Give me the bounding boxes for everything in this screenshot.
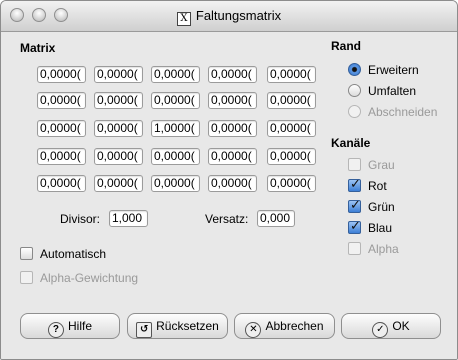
matrix-cell-r1-c0[interactable]: 0,0000( <box>37 92 86 109</box>
border-extend-radio[interactable] <box>348 63 361 76</box>
reset-icon: ↺ <box>136 322 153 338</box>
automatic-label: Automatisch <box>40 247 107 261</box>
matrix-cell-r0-c3[interactable]: 0,0000( <box>208 66 257 83</box>
help-button[interactable]: ? Hilfe <box>20 313 120 339</box>
matrix-cell-r3-c1[interactable]: 0,0000( <box>94 148 143 165</box>
matrix-cell-r0-c2[interactable]: 0,0000( <box>151 66 200 83</box>
cancel-icon: ✕ <box>245 322 262 338</box>
reset-button-label: Rücksetzen <box>156 319 219 333</box>
checkmark-icon: ✓ <box>350 198 361 213</box>
matrix-cell-r1-c4[interactable]: 0,0000( <box>267 92 316 109</box>
border-label: Rand <box>331 39 361 53</box>
channel-green-label: Grün <box>368 200 395 214</box>
channel-alpha-checkbox <box>348 242 361 255</box>
help-icon: ? <box>47 322 64 338</box>
divisor-label: Divisor: <box>60 212 101 226</box>
divisor-input[interactable]: 1,000 <box>109 210 148 227</box>
border-wrap-label: Umfalten <box>368 84 417 98</box>
offset-label: Versatz: <box>205 212 249 226</box>
matrix-cell-r1-c1[interactable]: 0,0000( <box>94 92 143 109</box>
cancel-button[interactable]: ✕ Abbrechen <box>234 313 335 339</box>
channel-alpha-label: Alpha <box>368 242 399 256</box>
matrix-label: Matrix <box>20 41 56 55</box>
matrix-cell-r3-c4[interactable]: 0,0000( <box>267 148 316 165</box>
cancel-button-label: Abbrechen <box>265 319 324 333</box>
border-crop-radio <box>348 105 361 118</box>
matrix-cell-r2-c1[interactable]: 0,0000( <box>94 120 143 137</box>
matrix-cell-r2-c3[interactable]: 0,0000( <box>208 120 257 137</box>
matrix-cell-r3-c0[interactable]: 0,0000( <box>37 148 86 165</box>
channels-label: Kanäle <box>331 136 371 150</box>
offset-input[interactable]: 0,000 <box>257 210 295 227</box>
matrix-cell-r1-c2[interactable]: 0,0000( <box>151 92 200 109</box>
matrix-cell-r3-c3[interactable]: 0,0000( <box>208 148 257 165</box>
x-app-icon: X <box>176 12 191 26</box>
matrix-cell-r3-c2[interactable]: 0,0000( <box>151 148 200 165</box>
matrix-cell-r2-c4[interactable]: 0,0000( <box>267 120 316 137</box>
alpha-weighting-label: Alpha-Gewichtung <box>40 271 139 285</box>
matrix-cell-r4-c2[interactable]: 0,0000( <box>151 175 200 192</box>
matrix-cell-r4-c1[interactable]: 0,0000( <box>94 175 143 192</box>
matrix-cell-r4-c0[interactable]: 0,0000( <box>37 175 86 192</box>
channel-gray-checkbox <box>348 158 361 171</box>
checkmark-icon: ✓ <box>350 177 361 192</box>
alpha-weighting-checkbox <box>20 271 33 284</box>
matrix-cell-r2-c0[interactable]: 0,0000( <box>37 120 86 137</box>
channel-blue-label: Blau <box>368 221 393 235</box>
matrix-cell-r1-c3[interactable]: 0,0000( <box>208 92 257 109</box>
matrix-cell-r0-c1[interactable]: 0,0000( <box>94 66 143 83</box>
ok-button-label: OK <box>392 319 410 333</box>
convolution-matrix-dialog: X Faltungsmatrix Matrix 0,0000( 0,0000( 0… <box>0 0 458 360</box>
reset-button[interactable]: ↺ Rücksetzen <box>127 313 228 339</box>
matrix-cell-r0-c4[interactable]: 0,0000( <box>267 66 316 83</box>
border-crop-label: Abschneiden <box>368 105 438 119</box>
checkmark-icon: ✓ <box>350 219 361 234</box>
channel-gray-label: Grau <box>368 158 395 172</box>
matrix-cell-r4-c4[interactable]: 0,0000( <box>267 175 316 192</box>
matrix-cell-r4-c3[interactable]: 0,0000( <box>208 175 257 192</box>
window-title: Faltungsmatrix <box>195 8 282 23</box>
border-wrap-radio[interactable] <box>348 84 361 97</box>
channel-blue-checkbox[interactable]: ✓ <box>348 219 361 234</box>
title-bar: X Faltungsmatrix <box>1 1 457 32</box>
window-title-wrap: X Faltungsmatrix <box>1 8 457 26</box>
automatic-checkbox[interactable] <box>20 247 33 260</box>
ok-check-icon: ✓ <box>372 322 389 338</box>
matrix-cell-r0-c0[interactable]: 0,0000( <box>37 66 86 83</box>
help-button-label: Hilfe <box>67 319 92 333</box>
channel-red-checkbox[interactable]: ✓ <box>348 177 361 192</box>
dialog-content: Matrix 0,0000( 0,0000( 0,0000( 0,0000( 0… <box>1 32 457 359</box>
ok-button[interactable]: ✓ OK <box>341 313 441 339</box>
channel-green-checkbox[interactable]: ✓ <box>348 198 361 213</box>
channel-red-label: Rot <box>368 179 387 193</box>
border-extend-label: Erweitern <box>368 63 419 77</box>
matrix-cell-r2-c2[interactable]: 1,0000( <box>151 120 200 137</box>
